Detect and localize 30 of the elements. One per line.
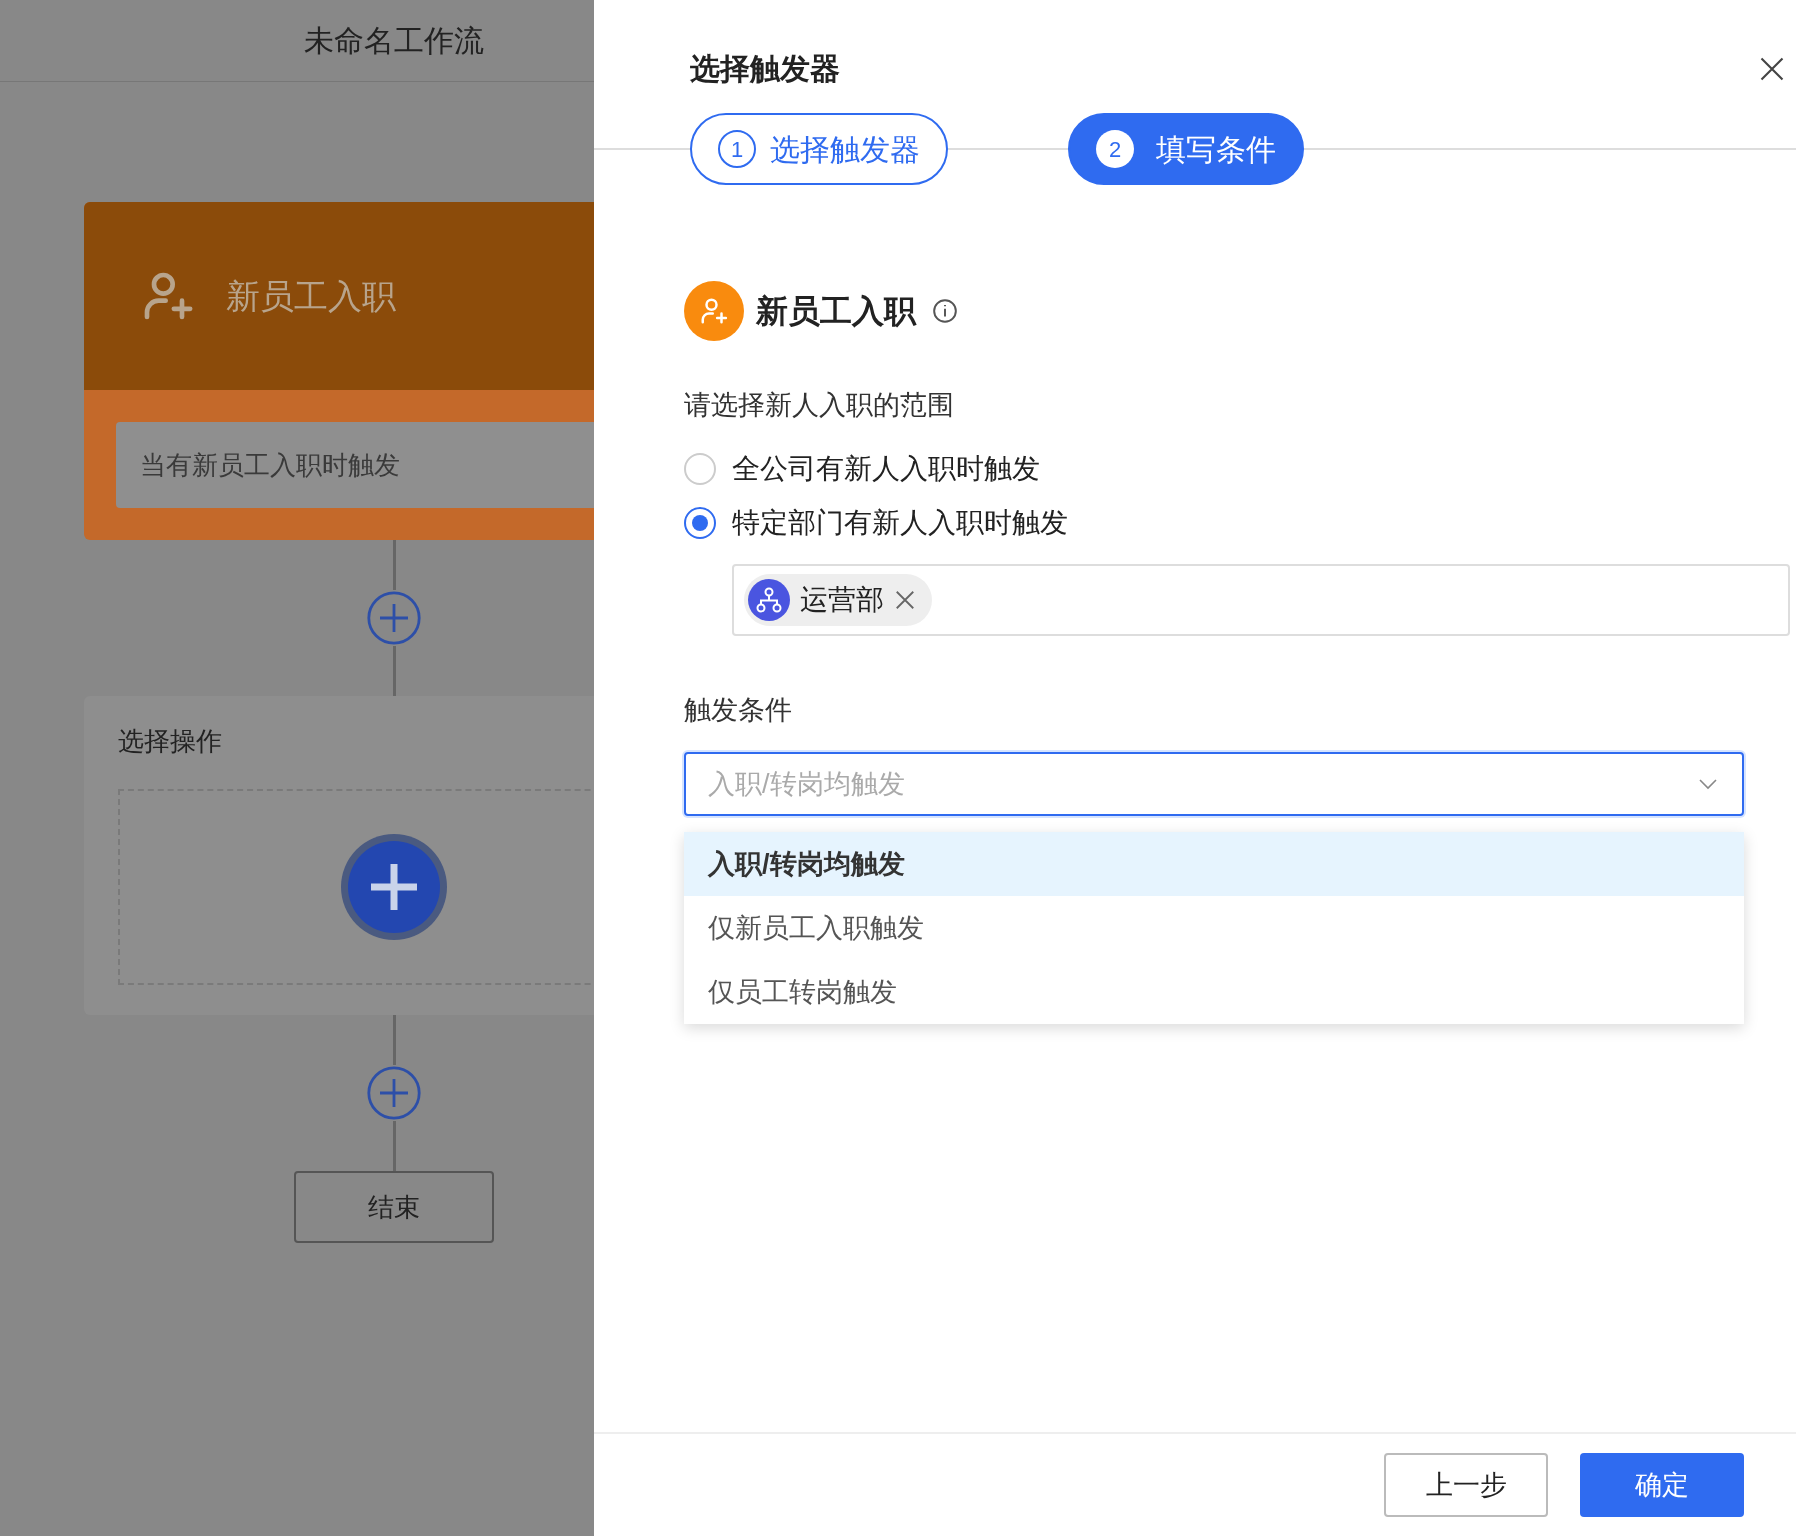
scope-label: 请选择新人入职的范围 bbox=[684, 389, 955, 422]
user-add-icon bbox=[699, 296, 729, 326]
dropdown-option[interactable]: 仅新员工入职触发 bbox=[684, 896, 1744, 960]
department-name: 运营部 bbox=[800, 582, 884, 617]
workflow-title: 未命名工作流 bbox=[304, 23, 484, 59]
scope-radio-option[interactable]: 特定部门有新人入职时触发 bbox=[684, 501, 1790, 544]
step-number: 1 bbox=[718, 130, 756, 168]
department-field[interactable]: 运营部 bbox=[732, 563, 1790, 636]
radio-button[interactable] bbox=[684, 506, 716, 539]
footer-button[interactable]: 上一步 bbox=[1384, 1453, 1548, 1517]
radio-button[interactable] bbox=[684, 452, 716, 485]
end-node[interactable]: 结束 bbox=[294, 1171, 494, 1243]
trigger-card-title: 新员工入职 bbox=[226, 275, 396, 317]
action-card-title: 选择操作 bbox=[118, 725, 223, 758]
scope-radio-option[interactable]: 全公司有新人入职时触发 bbox=[684, 447, 1790, 490]
trigger-name: 新员工入职 bbox=[756, 292, 916, 331]
step-tab[interactable]: 2 填写条件 bbox=[1068, 113, 1304, 185]
condition-label: 触发条件 bbox=[684, 693, 793, 727]
trigger-card[interactable]: 新员工入职 当有新员工入职时触发 bbox=[84, 202, 594, 540]
dropdown-option[interactable]: 入职/转岗均触发 bbox=[684, 832, 1744, 896]
info-icon[interactable] bbox=[932, 298, 958, 324]
remove-icon[interactable] bbox=[894, 588, 916, 611]
drawer-title: 选择触发器 bbox=[690, 51, 840, 87]
footer-button[interactable]: 确定 bbox=[1580, 1453, 1744, 1517]
dropdown-option[interactable]: 仅员工转岗触发 bbox=[684, 960, 1744, 1024]
trigger-description: 当有新员工入职时触发 bbox=[116, 422, 594, 508]
step-number: 2 bbox=[1096, 130, 1134, 168]
org-chart-icon bbox=[748, 578, 790, 621]
step-tab[interactable]: 1 选择触发器 bbox=[690, 113, 948, 185]
add-action-icon[interactable] bbox=[339, 832, 449, 942]
